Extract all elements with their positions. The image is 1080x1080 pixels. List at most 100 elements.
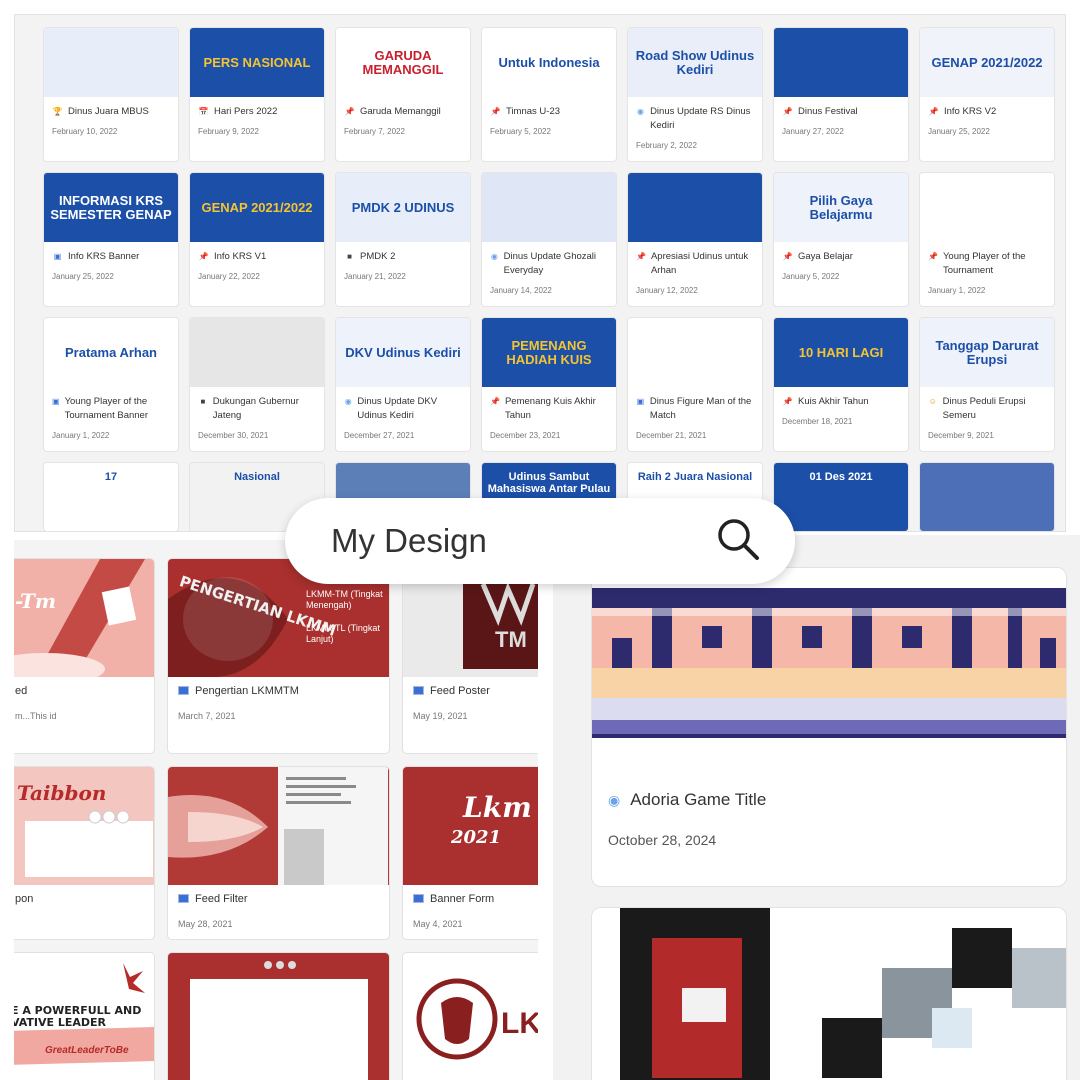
design-card[interactable]: 10 HARI LAGI 📌 Kuis Akhir Tahun December 18… (773, 317, 909, 452)
pin-icon: 📌 (782, 397, 793, 406)
design-card[interactable]: GARUDA MEMANGGIL 📌 Garuda Memanggil Februar… (335, 27, 471, 162)
image-icon (413, 894, 424, 903)
design-card[interactable]: PERS NASIONAL 📅 Hari Pers 2022 February 9, … (189, 27, 325, 162)
thumbnail-text: Pilih Gaya Belajarmu (809, 192, 873, 222)
design-date: January 14, 2022 (490, 286, 552, 295)
design-card[interactable]: 📌 Young Player of the Tournament January 1… (919, 172, 1055, 307)
pin-icon: 📌 (782, 252, 793, 261)
design-card[interactable]: Feed Filter May 28, 2021 (167, 766, 390, 940)
design-meta: 📌 Pemenang Kuis Akhir Tahun December 23, 2… (482, 387, 616, 440)
design-meta: 📌 Apresiasi Udinus untuk Arhan January 12,… (628, 242, 762, 295)
design-card[interactable]: Road Show Udinus Kediri ◉ Dinus Update RS … (627, 27, 763, 162)
design-card[interactable]: PENGERTIAN LKMM LKMM-TM (Tingkat Menenga… (167, 558, 390, 754)
design-thumbnail: PMDK 2 UDINUS (336, 173, 470, 242)
design-thumbnail (190, 318, 324, 387)
design-title: Info KRS Banner (68, 251, 140, 262)
pin-icon: 📌 (928, 252, 938, 261)
design-title: Young Player of the Tournament (942, 251, 1026, 276)
design-card[interactable]: Pratama Arhan ▣ Young Player of the Tourna… (43, 317, 179, 452)
thumbnail-text: E A POWERFULL AND VATIVE LEADER (14, 1004, 142, 1029)
design-date: February 2, 2022 (636, 141, 697, 150)
design-card[interactable]: ◉ Adoria Game Title October 28, 2024 (591, 567, 1067, 887)
image-icon: ▣ (53, 252, 62, 261)
search-bar[interactable]: My Design (285, 498, 795, 584)
design-title: Dinus Peduli Erupsi Semeru (942, 396, 1026, 421)
design-card[interactable]: INFORMASI KRS SEMESTER GENAP ▣ Info KRS Ba… (43, 172, 179, 307)
design-thumbnail (628, 173, 762, 242)
design-meta: 📌 Young Player of the Tournament January 1… (920, 242, 1054, 295)
design-card[interactable]: ◉ Dinus Update Ghozali Everyday January 14… (481, 172, 617, 307)
design-card[interactable]: Untuk Indonesia 📌 Timnas U-23 February 5, 2… (481, 27, 617, 162)
design-card[interactable]: GENAP 2021/2022 📌 Info KRS V1 January 22, 2… (189, 172, 325, 307)
design-thumbnail: Tanggap Darurat Erupsi (920, 318, 1054, 387)
design-card[interactable]: LK (402, 952, 538, 1080)
design-date: January 27, 2022 (782, 127, 844, 136)
design-card[interactable]: TM Feed Poster May 19, 2021 (402, 558, 538, 754)
thumbnail-art (14, 559, 145, 677)
design-thumbnail (628, 318, 762, 387)
design-card[interactable]: GENAP 2021/2022 📌 Info KRS V2 January 25, 2… (919, 27, 1055, 162)
chat-icon: ◉ (637, 107, 645, 116)
image-icon: ▣ (636, 397, 645, 406)
design-meta: 📌 Timnas U-23 February 5, 2022 (482, 97, 616, 136)
design-thumbnail (482, 173, 616, 242)
design-card[interactable] (919, 462, 1055, 531)
design-meta: ▣ Info KRS Banner January 25, 2022 (44, 242, 178, 281)
design-card[interactable]: Tanggap Darurat Erupsi ☺ Dinus Peduli Erup… (919, 317, 1055, 452)
design-title: Kuis Akhir Tahun (798, 396, 869, 407)
design-title: ◉ Adoria Game Title (608, 790, 766, 810)
design-date: March 7, 2021 (178, 711, 236, 721)
design-date: January 25, 2022 (52, 272, 114, 281)
design-thumbnail: DKV Udinus Kediri (336, 318, 470, 387)
design-date: January 1, 2022 (52, 431, 110, 440)
design-card[interactable]: ■ Dukungan Gubernur Jateng December 30, 20… (189, 317, 325, 452)
design-card[interactable]: Pilih Gaya Belajarmu 📌 Gaya Belajar January… (773, 172, 909, 307)
design-card[interactable]: 🏆 Dinus Juara MBUS February 10, 2022 (43, 27, 179, 162)
design-date: January 22, 2022 (198, 272, 260, 281)
design-card[interactable]: 01 Des 2021 (773, 462, 909, 531)
design-card[interactable] (167, 952, 390, 1080)
design-date: January 12, 2022 (636, 286, 698, 295)
video-icon: ■ (347, 252, 352, 261)
design-meta: 📌 Kuis Akhir Tahun December 18, 2021 (774, 387, 908, 426)
design-thumbnail: PERS NASIONAL (190, 28, 324, 97)
thumbnail-text: 10 HARI LAGI (798, 344, 884, 360)
design-card[interactable]: E A POWERFULL AND VATIVE LEADER GreatLea… (14, 952, 155, 1080)
design-card[interactable] (591, 907, 1067, 1080)
pin-icon: 📌 (490, 397, 500, 406)
design-meta: ◉ Dinus Update Ghozali Everyday January 14… (482, 242, 616, 295)
thumbnail-text: LKMM-TM (Tingkat Menengah) (306, 589, 383, 610)
search-icon[interactable] (715, 516, 761, 567)
thumbnail-text: Nasional (234, 471, 280, 483)
design-card[interactable]: Taibbon pon (14, 766, 155, 940)
design-meta: 📌 Gaya Belajar January 5, 2022 (774, 242, 908, 281)
thumbnail-text: PEMENANG HADIAH KUIS (506, 337, 592, 367)
design-meta: ◉ Dinus Update RS Dinus Kediri February 2,… (628, 97, 762, 150)
design-meta: ◉ Dinus Update DKV Udinus Kediri December … (336, 387, 470, 440)
design-title: Dukungan Gubernur Jateng (212, 396, 299, 421)
pin-icon: 📌 (198, 252, 209, 261)
design-card[interactable]: 📌 Dinus Festival January 27, 2022 (773, 27, 909, 162)
design-card[interactable]: -Tm ed m...This id (14, 558, 155, 754)
design-card[interactable]: 17 (43, 462, 179, 531)
design-title: Info KRS V1 (214, 251, 267, 262)
design-thumbnail: -Tm (14, 559, 154, 677)
design-card[interactable]: DKV Udinus Kediri ◉ Dinus Update DKV Udinu… (335, 317, 471, 452)
design-card[interactable]: PEMENANG HADIAH KUIS 📌 Pemenang Kuis Akhir… (481, 317, 617, 452)
thumbnail-text: GreatLeaderToBe (45, 1045, 129, 1056)
design-card[interactable]: 📌 Apresiasi Udinus untuk Arhan January 12,… (627, 172, 763, 307)
design-meta: 🏆 Dinus Juara MBUS February 10, 2022 (44, 97, 178, 136)
design-meta: 📌 Info KRS V2 January 25, 2022 (920, 97, 1054, 136)
design-title: pon (15, 893, 34, 905)
design-card[interactable]: Lkm 2021 Banner Form May 4, 2021 (402, 766, 538, 940)
design-title: Apresiasi Udinus untuk Arhan (650, 251, 749, 276)
design-title: Dinus Update RS Dinus Kediri (650, 106, 751, 131)
design-title: Dinus Festival (798, 106, 858, 117)
pin-icon: 📌 (344, 107, 355, 116)
design-date: January 1, 2022 (928, 286, 986, 295)
design-card[interactable]: PMDK 2 UDINUS ■ PMDK 2 January 21, 2022 (335, 172, 471, 307)
thumbnail-art (190, 961, 368, 1080)
design-date: m...This id (15, 711, 57, 721)
design-card[interactable]: ▣ Dinus Figure Man of the Match December 2… (627, 317, 763, 452)
design-title: Young Player of the Tournament Banner (64, 396, 149, 421)
